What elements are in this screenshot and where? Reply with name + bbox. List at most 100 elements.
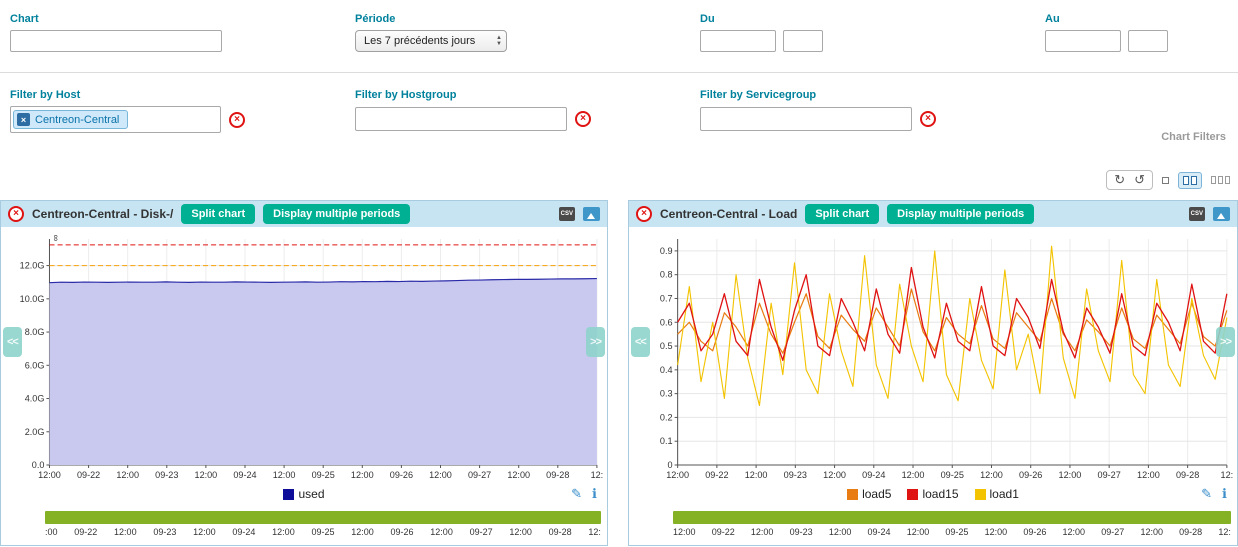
chart-panel-disk: × Centreon-Central - Disk-/ Split chart … <box>0 200 608 546</box>
export-image-icon[interactable] <box>583 207 600 221</box>
svg-text:12:00: 12:00 <box>38 470 61 480</box>
svg-text:12:00: 12:00 <box>507 470 530 480</box>
svg-text:0.2: 0.2 <box>660 412 673 422</box>
split-chart-button[interactable]: Split chart <box>181 204 255 224</box>
chart-area: 12:0009-2212:0009-2312:0009-2412:0009-25… <box>629 231 1237 483</box>
timeline-bar[interactable] <box>673 511 1231 524</box>
view-single-column-icon[interactable] <box>1162 177 1169 184</box>
scroll-left-button[interactable]: << <box>3 327 22 357</box>
refresh-box: ↻ ↺ <box>1106 170 1153 190</box>
host-filter-input[interactable]: × Centreon-Central <box>10 106 221 133</box>
export-csv-icon[interactable]: CSV <box>1189 207 1205 221</box>
legend-label: used <box>298 487 324 501</box>
chart-filters-caption: Chart Filters <box>1161 131 1226 143</box>
servicegroup-filter-input[interactable] <box>700 107 912 131</box>
svg-text:09-26: 09-26 <box>1019 470 1042 480</box>
timeline-tick-label: 12:00 <box>351 527 374 537</box>
timeline-tick-label: 09-24 <box>868 527 891 537</box>
charts-page: Chart Période Les 7 précédents jours ▲▼ … <box>0 0 1238 547</box>
chart-area: ∞ 12:0009-2212:0009-2312:0009-2412:0009-… <box>1 231 607 483</box>
svg-text:12:00: 12:00 <box>116 470 139 480</box>
timeline: :0009-2212:0009-2312:0009-2412:0009-2512… <box>45 511 601 537</box>
chart-filter-input[interactable] <box>10 30 222 52</box>
svg-text:12:00: 12:00 <box>1059 470 1082 480</box>
du-time-input[interactable] <box>783 30 823 52</box>
info-icon[interactable]: ℹ <box>592 486 597 502</box>
scroll-right-button[interactable]: >> <box>586 327 605 357</box>
timeline-labels: 12:0009-2212:0009-2312:0009-2412:0009-25… <box>673 527 1231 537</box>
svg-text:12:00: 12:00 <box>351 470 374 480</box>
timeline-tick-label: :00 <box>45 527 58 537</box>
timeline-tick-label: 09-28 <box>549 527 572 537</box>
chart-title: Centreon-Central - Load <box>660 207 797 221</box>
refresh-icon[interactable]: ↻ <box>1114 173 1125 187</box>
au-time-input[interactable] <box>1128 30 1168 52</box>
host-chip[interactable]: × Centreon-Central <box>13 110 128 129</box>
auto-refresh-icon[interactable]: ↺ <box>1134 173 1145 187</box>
au-date-input[interactable] <box>1045 30 1121 52</box>
clear-hostgroup-filter-icon[interactable]: × <box>575 111 591 127</box>
remove-chart-icon[interactable]: × <box>636 206 652 222</box>
scroll-left-button[interactable]: << <box>631 327 650 357</box>
du-label: Du <box>700 13 715 25</box>
image-glyph <box>1217 213 1225 219</box>
load-chart[interactable]: 12:0009-2212:0009-2312:0009-2412:0009-25… <box>629 231 1237 483</box>
timeline-tick-label: 09-27 <box>1101 527 1124 537</box>
periode-select[interactable]: Les 7 précédents jours ▲▼ <box>355 30 507 52</box>
legend-swatch <box>975 489 986 500</box>
du-date-input[interactable] <box>700 30 776 52</box>
timeline-tick-label: 09-26 <box>391 527 414 537</box>
view-two-columns-icon[interactable] <box>1178 172 1202 189</box>
split-chart-button[interactable]: Split chart <box>805 204 879 224</box>
svg-text:09-26: 09-26 <box>390 470 413 480</box>
disk-usage-chart[interactable]: 12:0009-2212:0009-2312:0009-2412:0009-25… <box>1 231 607 483</box>
svg-text:09-27: 09-27 <box>1098 470 1121 480</box>
svg-text:2.0G: 2.0G <box>25 427 45 437</box>
chip-remove-icon[interactable]: × <box>17 113 30 126</box>
svg-text:09-27: 09-27 <box>468 470 491 480</box>
export-csv-icon[interactable]: CSV <box>559 207 575 221</box>
svg-text:4.0G: 4.0G <box>25 394 45 404</box>
svg-text:09-22: 09-22 <box>705 470 728 480</box>
svg-text:0.4: 0.4 <box>660 365 673 375</box>
svg-text:8.0G: 8.0G <box>25 327 45 337</box>
timeline-tick-label: 09-27 <box>470 527 493 537</box>
svg-text:09-25: 09-25 <box>312 470 335 480</box>
edit-icon[interactable]: ✎ <box>571 486 582 502</box>
display-periods-button[interactable]: Display multiple periods <box>263 204 410 224</box>
au-label: Au <box>1045 13 1060 25</box>
hostgroup-filter-input[interactable] <box>355 107 567 131</box>
remove-chart-icon[interactable]: × <box>8 206 24 222</box>
svg-text:12:00: 12:00 <box>273 470 296 480</box>
svg-text:12:00: 12:00 <box>823 470 846 480</box>
svg-text:0.3: 0.3 <box>660 389 673 399</box>
info-icon[interactable]: ℹ <box>1222 486 1227 502</box>
timeline-tick-label: 12:00 <box>829 527 852 537</box>
image-glyph <box>587 213 595 219</box>
edit-icon[interactable]: ✎ <box>1201 486 1212 502</box>
legend-item: used <box>283 487 324 501</box>
svg-text:0: 0 <box>667 460 672 470</box>
select-arrows-icon: ▲▼ <box>496 35 502 47</box>
periode-label: Période <box>355 13 395 25</box>
legend-icons: ✎ ℹ <box>1201 486 1227 502</box>
svg-text:12:00: 12:00 <box>429 470 452 480</box>
display-periods-button[interactable]: Display multiple periods <box>887 204 1034 224</box>
legend-swatch <box>907 489 918 500</box>
timeline-tick-label: 12:00 <box>1140 527 1163 537</box>
view-three-columns-icon[interactable] <box>1211 176 1230 184</box>
chart-filter-label: Chart <box>10 13 39 25</box>
svg-text:12:: 12: <box>591 470 604 480</box>
timeline-tick-label: 09-23 <box>790 527 813 537</box>
svg-text:12:00: 12:00 <box>1137 470 1160 480</box>
timeline-bar[interactable] <box>45 511 601 524</box>
scroll-right-button[interactable]: >> <box>1216 327 1235 357</box>
svg-text:0.0: 0.0 <box>32 460 45 470</box>
svg-text:09-28: 09-28 <box>546 470 569 480</box>
timeline-tick-label: 09-22 <box>712 527 735 537</box>
export-image-icon[interactable] <box>1213 207 1230 221</box>
graph-toolbar: ↻ ↺ <box>1106 170 1230 190</box>
clear-host-filter-icon[interactable]: × <box>229 112 245 128</box>
timeline-tick-label: 12:00 <box>907 527 930 537</box>
clear-servicegroup-filter-icon[interactable]: × <box>920 111 936 127</box>
